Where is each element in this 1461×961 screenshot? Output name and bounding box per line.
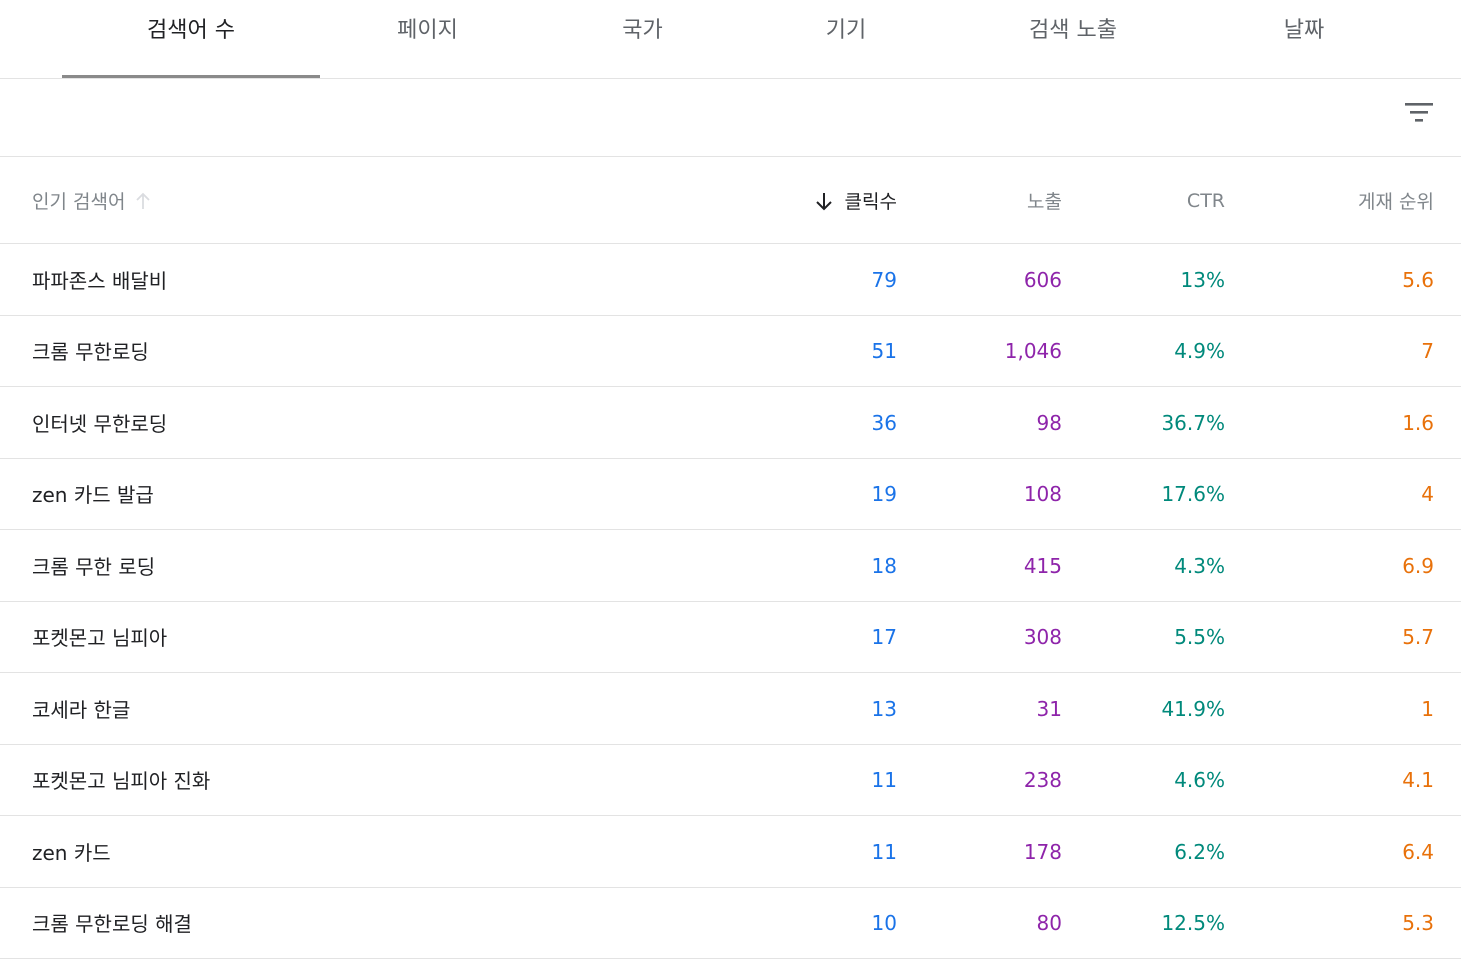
filter-button[interactable] xyxy=(1400,97,1438,135)
ctr-cell: 6.2% xyxy=(1174,839,1225,864)
table-row[interactable]: 크롬 무한로딩 해결 10 80 12.5% 5.3 xyxy=(0,887,1461,959)
query-cell: 포켓몬고 님피아 진화 xyxy=(32,769,211,793)
table-row[interactable]: zen 카드 11 178 6.2% 6.4 xyxy=(0,816,1461,888)
clicks-cell: 36 xyxy=(871,410,897,435)
column-header-clicks[interactable]: 클릭수 xyxy=(700,157,897,244)
table-row[interactable]: 포켓몬고 님피아 17 308 5.5% 5.7 xyxy=(0,601,1461,673)
ctr-cell: 5.5% xyxy=(1174,624,1225,649)
column-header-label: 게재 순위 xyxy=(1358,191,1434,213)
impressions-cell: 1,046 xyxy=(1004,338,1062,363)
ctr-cell: 4.3% xyxy=(1174,553,1225,578)
tab-countries[interactable]: 국가 xyxy=(535,0,750,78)
sort-arrow-down-icon xyxy=(815,191,833,211)
ctr-cell: 41.9% xyxy=(1161,696,1225,721)
table-row[interactable]: zen 카드 발급 19 108 17.6% 4 xyxy=(0,458,1461,530)
column-header-position[interactable]: 게재 순위 xyxy=(1225,157,1434,244)
clicks-cell: 13 xyxy=(871,696,897,721)
position-cell: 6.9 xyxy=(1402,553,1434,578)
impressions-cell: 238 xyxy=(1023,767,1062,792)
impressions-cell: 178 xyxy=(1023,839,1062,864)
query-cell: 크롬 무한로딩 해결 xyxy=(32,912,192,936)
position-cell: 1.6 xyxy=(1402,410,1434,435)
table-row[interactable]: 크롬 무한로딩 51 1,046 4.9% 7 xyxy=(0,315,1461,387)
impressions-cell: 31 xyxy=(1036,696,1062,721)
ctr-cell: 12.5% xyxy=(1161,910,1225,935)
impressions-cell: 98 xyxy=(1036,410,1062,435)
filter-list-icon xyxy=(1405,103,1433,122)
column-header-impressions[interactable]: 노출 xyxy=(900,157,1062,244)
query-cell: 파파존스 배달비 xyxy=(32,269,168,293)
clicks-cell: 10 xyxy=(871,910,897,935)
tab-label: 페이지 xyxy=(397,18,458,43)
tab-queries[interactable]: 검색어 수 xyxy=(62,0,320,78)
ctr-cell: 4.9% xyxy=(1174,338,1225,363)
table-toolbar xyxy=(0,79,1461,157)
impressions-cell: 308 xyxy=(1023,624,1062,649)
impressions-cell: 415 xyxy=(1023,553,1062,578)
position-cell: 6.4 xyxy=(1402,839,1434,864)
clicks-cell: 51 xyxy=(871,338,897,363)
query-cell: 코세라 한글 xyxy=(32,698,131,722)
query-cell: 포켓몬고 님피아 xyxy=(32,626,168,650)
ctr-cell: 13% xyxy=(1180,267,1225,292)
position-cell: 5.3 xyxy=(1402,910,1434,935)
column-header-ctr[interactable]: CTR xyxy=(1062,157,1225,244)
clicks-cell: 11 xyxy=(871,839,897,864)
tab-label: 날짜 xyxy=(1283,18,1325,43)
ctr-cell: 17.6% xyxy=(1161,481,1225,506)
tab-label: 기기 xyxy=(825,18,867,43)
column-header-label: 클릭수 xyxy=(844,191,897,213)
table-row[interactable]: 코세라 한글 13 31 41.9% 1 xyxy=(0,673,1461,745)
ctr-cell: 36.7% xyxy=(1161,410,1225,435)
query-cell: 인터넷 무한로딩 xyxy=(32,412,168,436)
table-header: 인기 검색어 클릭수 노출 CTR 게재 순위 xyxy=(0,157,1461,244)
active-tab-indicator xyxy=(62,75,320,78)
tab-label: 검색어 수 xyxy=(147,18,235,43)
position-cell: 5.6 xyxy=(1402,267,1434,292)
table-row[interactable]: 크롬 무한 로딩 18 415 4.3% 6.9 xyxy=(0,530,1461,602)
tab-search-appearance[interactable]: 검색 노출 xyxy=(942,0,1204,78)
tab-dates[interactable]: 날짜 xyxy=(1204,0,1404,78)
query-cell: zen 카드 발급 xyxy=(32,483,154,507)
position-cell: 4 xyxy=(1421,481,1434,506)
clicks-cell: 11 xyxy=(871,767,897,792)
impressions-cell: 606 xyxy=(1023,267,1062,292)
column-header-label: 노출 xyxy=(1027,191,1062,213)
impressions-cell: 80 xyxy=(1036,910,1062,935)
column-header-label: 인기 검색어 xyxy=(32,191,126,213)
sort-arrow-up-icon xyxy=(135,192,151,210)
tab-label: 국가 xyxy=(622,18,663,43)
column-header-query[interactable]: 인기 검색어 xyxy=(32,157,432,244)
query-cell: 크롬 무한 로딩 xyxy=(32,555,156,579)
column-header-label: CTR xyxy=(1186,189,1225,212)
clicks-cell: 19 xyxy=(871,481,897,506)
position-cell: 5.7 xyxy=(1402,624,1434,649)
clicks-cell: 79 xyxy=(871,267,897,292)
table-row[interactable]: 인터넷 무한로딩 36 98 36.7% 1.6 xyxy=(0,387,1461,459)
tab-devices[interactable]: 기기 xyxy=(750,0,942,78)
ctr-cell: 4.6% xyxy=(1174,767,1225,792)
table-row[interactable]: 파파존스 배달비 79 606 13% 5.6 xyxy=(0,244,1461,316)
clicks-cell: 17 xyxy=(871,624,897,649)
position-cell: 7 xyxy=(1421,338,1434,363)
table-row[interactable]: 포켓몬고 님피아 진화 11 238 4.6% 4.1 xyxy=(0,744,1461,816)
impressions-cell: 108 xyxy=(1023,481,1062,506)
clicks-cell: 18 xyxy=(871,553,897,578)
query-cell: 크롬 무한로딩 xyxy=(32,340,149,364)
tab-pages[interactable]: 페이지 xyxy=(320,0,535,78)
query-cell: zen 카드 xyxy=(32,841,111,865)
position-cell: 1 xyxy=(1421,696,1434,721)
tab-label: 검색 노출 xyxy=(1029,18,1117,43)
tab-bar: 검색어 수 페이지 국가 기기 검색 노출 날짜 xyxy=(0,0,1461,79)
position-cell: 4.1 xyxy=(1402,767,1434,792)
